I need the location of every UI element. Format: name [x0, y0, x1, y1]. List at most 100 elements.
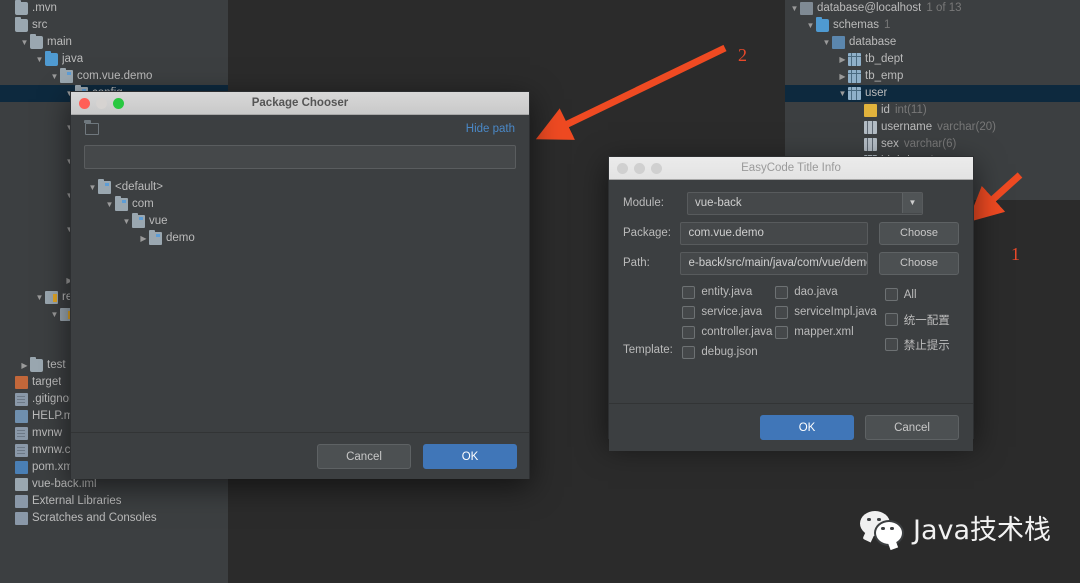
tree-row[interactable]: ▶tb_emp [785, 68, 1080, 85]
package-chooser-dialog[interactable]: Package Chooser Hide path ▼<default>▼com… [70, 91, 530, 479]
template-column-1[interactable]: entity.java service.java controller.javade… [682, 282, 775, 362]
tree-row[interactable]: idint(11) [785, 102, 1080, 119]
package-path-input[interactable] [84, 145, 516, 169]
maximize-icon[interactable] [651, 163, 662, 174]
tree-row[interactable]: .mvn [0, 0, 228, 17]
tree-row-label: vue [149, 213, 168, 230]
chevron-down-icon[interactable]: ▼ [49, 68, 60, 85]
chevron-down-icon[interactable]: ▼ [121, 213, 132, 230]
template-checkbox-[interactable]: 统一配置 [885, 307, 959, 332]
hide-path-link[interactable]: Hide path [466, 123, 515, 135]
template-checkbox-dao-java[interactable]: dao.java [775, 282, 885, 302]
chevron-down-icon[interactable]: ▼ [805, 17, 816, 34]
tree-row[interactable]: ▼com.vue.demo [0, 68, 228, 85]
template-checkbox-controller-java[interactable]: controller.java [682, 322, 775, 342]
chevron-down-icon[interactable]: ▼ [87, 179, 98, 196]
checkbox-icon[interactable] [885, 288, 898, 301]
checkbox-icon[interactable] [885, 338, 898, 351]
cancel-button[interactable]: Cancel [865, 415, 959, 440]
table-icon [848, 87, 861, 100]
chevron-right-icon[interactable]: ▶ [19, 357, 30, 374]
checkbox-icon[interactable] [682, 286, 695, 299]
chevron-down-icon[interactable]: ▼ [837, 85, 848, 102]
tree-row[interactable]: Scratches and Consoles [0, 510, 228, 527]
chevron-down-icon[interactable]: ▼ [49, 306, 60, 323]
db-icon [800, 2, 813, 15]
tree-row[interactable]: ▼database@localhost1 of 13 [785, 0, 1080, 17]
template-checkbox-service-java[interactable]: service.java [682, 302, 775, 322]
target-icon [15, 376, 28, 389]
cancel-button[interactable]: Cancel [317, 444, 411, 469]
tree-row[interactable]: ▼ java [0, 51, 228, 68]
easycode-titlebar[interactable]: EasyCode Title Info [609, 157, 973, 180]
minimize-icon[interactable] [634, 163, 645, 174]
tree-spacer [4, 493, 15, 510]
schemas-icon [816, 19, 829, 32]
checkbox-icon[interactable] [885, 313, 898, 326]
template-checkbox-entity-java[interactable]: entity.java [682, 282, 775, 302]
tree-row[interactable]: ▼com [83, 196, 529, 213]
package-chooser-titlebar[interactable]: Package Chooser [71, 92, 529, 115]
template-checkbox-serviceimpl-java[interactable]: serviceImpl.java [775, 302, 885, 322]
checkbox-icon[interactable] [775, 286, 788, 299]
tree-row-label: java [62, 51, 83, 68]
tree-row[interactable]: ▶demo [83, 230, 529, 247]
col-icon [864, 121, 877, 134]
tree-row[interactable]: ▶tb_dept [785, 51, 1080, 68]
checkbox-icon[interactable] [682, 326, 695, 339]
choose-package-button[interactable]: Choose [879, 222, 959, 245]
tree-row-label: username [881, 119, 932, 136]
chevron-down-icon[interactable]: ▼ [34, 289, 45, 306]
folder-icon [30, 36, 43, 49]
ok-button[interactable]: OK [423, 444, 517, 469]
chevron-right-icon[interactable]: ▶ [138, 230, 149, 247]
checkbox-icon[interactable] [775, 326, 788, 339]
checkbox-icon[interactable] [682, 346, 695, 359]
chevron-down-icon[interactable]: ▼ [19, 34, 30, 51]
tree-row[interactable]: ▼schemas1 [785, 17, 1080, 34]
tree-row[interactable]: External Libraries [0, 493, 228, 510]
checkbox-icon[interactable] [682, 306, 695, 319]
template-checkbox-mapper-xml[interactable]: mapper.xml [775, 322, 885, 342]
chevron-down-icon[interactable]: ▼ [821, 34, 832, 51]
window-controls[interactable] [79, 98, 124, 109]
chevron-right-icon[interactable]: ▶ [837, 68, 848, 85]
tree-row[interactable]: usernamevarchar(20) [785, 119, 1080, 136]
module-select[interactable]: vue-back ▼ [687, 192, 923, 215]
chevron-down-icon[interactable]: ▼ [104, 196, 115, 213]
tree-row[interactable]: ▼ vue [83, 213, 529, 230]
window-controls[interactable] [617, 163, 662, 174]
new-folder-icon[interactable] [85, 123, 99, 135]
checkbox-icon[interactable] [775, 306, 788, 319]
checkbox-label: service.java [701, 306, 762, 318]
chevron-down-icon[interactable]: ▼ [34, 51, 45, 68]
package-chooser-buttons[interactable]: Cancel OK [317, 444, 517, 469]
template-column-3[interactable]: All统一配置禁止提示 [885, 282, 959, 362]
template-checkbox-[interactable]: 禁止提示 [885, 332, 959, 357]
close-icon[interactable] [617, 163, 628, 174]
easycode-title-info-dialog[interactable]: EasyCode Title Info Module: vue-back ▼ P… [608, 156, 974, 439]
tree-row[interactable]: ▼<default> [83, 179, 529, 196]
minimize-icon[interactable] [96, 98, 107, 109]
chevron-right-icon[interactable]: ▶ [837, 51, 848, 68]
chevron-down-icon[interactable]: ▼ [902, 192, 922, 213]
tree-row[interactable]: sexvarchar(6) [785, 136, 1080, 153]
tree-row[interactable]: ▼main [0, 34, 228, 51]
package-chooser-tree[interactable]: ▼<default>▼com▼ vue▶demo [71, 179, 529, 429]
tree-row[interactable]: ▼user [785, 85, 1080, 102]
md-icon [15, 410, 28, 423]
template-checkbox-debug-json[interactable]: debug.json [682, 342, 775, 362]
close-icon[interactable] [79, 98, 90, 109]
package-input[interactable]: com.vue.demo [680, 222, 868, 245]
path-input[interactable]: e-back/src/main/java/com/vue/demo [680, 252, 868, 275]
tree-row[interactable]: src [0, 17, 228, 34]
template-column-2[interactable]: dao.javaserviceImpl.javamapper.xml [775, 282, 885, 362]
maximize-icon[interactable] [113, 98, 124, 109]
ok-button[interactable]: OK [760, 415, 854, 440]
tree-row[interactable]: ▼database [785, 34, 1080, 51]
package-chooser-toolbar[interactable]: Hide path [71, 115, 529, 143]
choose-path-button[interactable]: Choose [879, 252, 959, 275]
template-checkbox-all[interactable]: All [885, 282, 959, 307]
easycode-buttons[interactable]: OK Cancel [760, 415, 959, 440]
chevron-down-icon[interactable]: ▼ [789, 0, 800, 17]
